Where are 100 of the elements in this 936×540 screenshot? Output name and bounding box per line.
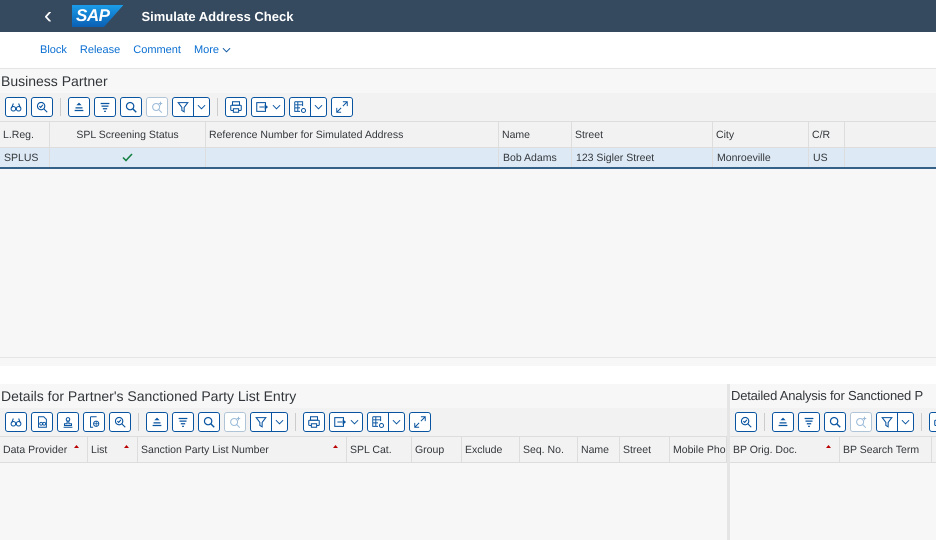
filter-button[interactable]	[876, 412, 914, 432]
table-cell: SPLUS	[0, 148, 50, 167]
caret-icon	[275, 419, 284, 425]
stamp-button[interactable]	[57, 412, 79, 432]
zoom-icon	[35, 100, 49, 114]
sort-indicator-icon	[333, 445, 338, 448]
fullscreen-button[interactable]	[331, 97, 353, 117]
sort-ascending-button[interactable]	[146, 412, 168, 432]
caret-icon	[901, 419, 910, 425]
stamp-icon	[61, 415, 75, 429]
layout-settings-button[interactable]	[367, 412, 405, 432]
table-cell: 123 Sigler Street	[572, 148, 713, 167]
column-header[interactable]: Data Provider	[0, 437, 88, 462]
filter-icon	[176, 100, 190, 114]
binoculars-button[interactable]	[5, 97, 27, 117]
search-icon	[828, 415, 842, 429]
sort-indicator-icon	[124, 445, 129, 448]
search-plus-icon	[150, 100, 164, 114]
sort-ascending-button[interactable]	[772, 412, 794, 432]
column-header[interactable]: Street	[572, 122, 713, 147]
back-button[interactable]: ‹	[44, 2, 58, 30]
filter-button[interactable]	[250, 412, 288, 432]
export-button[interactable]	[329, 412, 363, 432]
column-header[interactable]: BP Orig. Doc.	[730, 437, 840, 462]
sort-descending-icon	[802, 415, 816, 429]
document-globe-button[interactable]	[83, 412, 105, 432]
table-cell: Monroeville	[713, 148, 809, 167]
print-button[interactable]	[303, 412, 325, 432]
panel-title: Business Partner	[0, 72, 109, 91]
sort-ascending-icon	[72, 100, 86, 114]
column-header[interactable]: SPL Cat.	[347, 437, 412, 462]
logo: SAP	[72, 5, 124, 27]
sort-descending-button[interactable]	[172, 412, 194, 432]
document-globe-icon	[87, 415, 101, 429]
action-link[interactable]: Release	[80, 44, 120, 56]
fullscreen-button[interactable]	[409, 412, 431, 432]
zoom-button[interactable]	[735, 412, 757, 432]
table-row[interactable]: SPLUS Bob Adams 123 Sigler Street Monroeville US	[0, 148, 936, 169]
column-header[interactable]: C/R	[809, 122, 845, 147]
window-title: Simulate Address Check	[141, 8, 294, 24]
sort-descending-button[interactable]	[798, 412, 820, 432]
print-icon	[307, 415, 321, 429]
search-icon	[202, 415, 216, 429]
column-header[interactable]: Seq. No.	[520, 437, 578, 462]
sort-ascending-icon	[150, 415, 164, 429]
column-header[interactable]: Exclude	[462, 437, 520, 462]
panel-title: Details for Partner's Sanctioned Party List Entry	[0, 387, 298, 406]
search-plus-icon	[228, 415, 242, 429]
binoculars-button[interactable]	[5, 412, 27, 432]
search-button[interactable]	[120, 97, 142, 117]
export-icon	[333, 415, 347, 429]
zoom-button[interactable]	[31, 97, 53, 117]
zoom-icon	[739, 415, 753, 429]
filter-button[interactable]	[172, 97, 210, 117]
caret-icon	[392, 419, 401, 425]
caret-icon	[222, 47, 232, 53]
column-header[interactable]: Name	[578, 437, 620, 462]
layout-settings-icon	[371, 415, 385, 429]
document-binoculars-button[interactable]	[31, 412, 53, 432]
search-icon	[124, 100, 138, 114]
caret-icon	[314, 104, 323, 110]
zoom-button[interactable]	[109, 412, 131, 432]
export-icon	[255, 100, 269, 114]
layout-settings-button[interactable]	[289, 97, 327, 117]
column-header[interactable]: List	[88, 437, 138, 462]
caret-icon	[272, 104, 281, 110]
column-header[interactable]: SPL Screening Status	[50, 122, 206, 147]
checkmark-icon	[122, 153, 133, 162]
panel-title: Detailed Analysis for Sanctioned P	[730, 387, 924, 405]
caret-icon	[197, 104, 206, 110]
column-header[interactable]: Sanction Party List Number	[138, 437, 347, 462]
column-header[interactable]: Reference Number for Simulated Address	[206, 122, 499, 147]
search-plus-icon	[854, 415, 868, 429]
sort-ascending-icon	[776, 415, 790, 429]
layout-settings-icon	[293, 100, 307, 114]
table-cell: Bob Adams	[499, 148, 572, 167]
print-icon	[229, 100, 243, 114]
column-header[interactable]: L.Reg.	[0, 122, 50, 147]
print-button[interactable]	[225, 97, 247, 117]
table-cell: US	[809, 148, 845, 167]
column-header[interactable]: BP Search Term	[840, 437, 932, 462]
fullscreen-icon	[335, 100, 349, 114]
search-button[interactable]	[198, 412, 220, 432]
column-header[interactable]: City	[713, 122, 809, 147]
sort-indicator-icon	[74, 445, 79, 448]
more-menu-button[interactable]: More	[194, 44, 232, 56]
export-button[interactable]	[251, 97, 285, 117]
search-button[interactable]	[824, 412, 846, 432]
sort-descending-button[interactable]	[94, 97, 116, 117]
column-header[interactable]: Group	[412, 437, 462, 462]
sort-ascending-button[interactable]	[68, 97, 90, 117]
sort-indicator-icon	[826, 445, 831, 448]
action-link[interactable]: Comment	[133, 44, 181, 56]
action-link[interactable]: Block	[40, 44, 67, 56]
sort-descending-icon	[98, 100, 112, 114]
column-header[interactable]: Street	[620, 437, 670, 462]
filter-icon	[880, 415, 894, 429]
zoom-icon	[113, 415, 127, 429]
column-header[interactable]: Name	[499, 122, 572, 147]
caret-icon	[350, 419, 359, 425]
